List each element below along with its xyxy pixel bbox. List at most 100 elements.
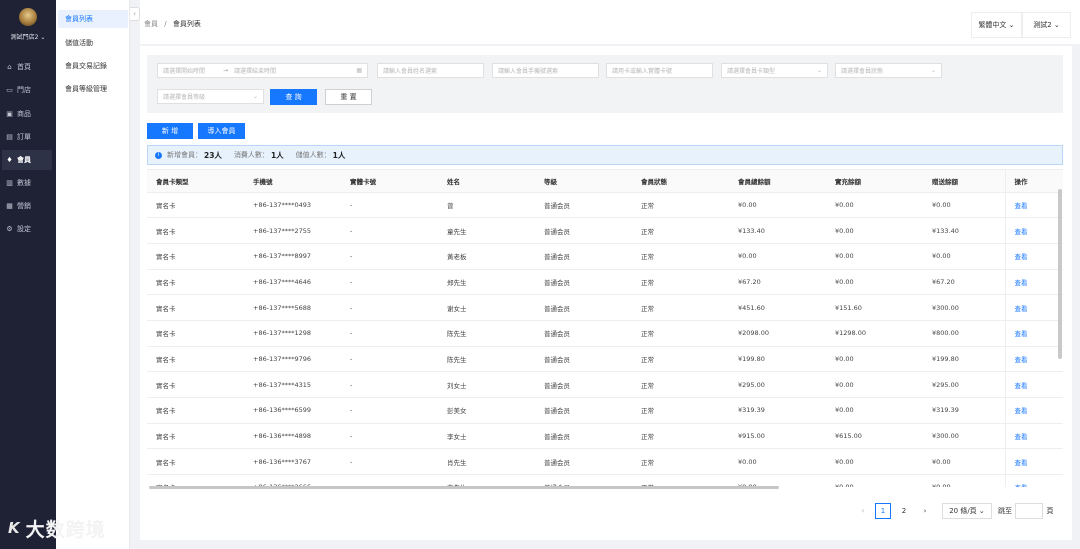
column-header[interactable]: 會員狀態 xyxy=(632,170,729,193)
language-select[interactable]: 繁體中文 ⌄ xyxy=(971,12,1022,38)
column-header[interactable]: 會員卡類型 xyxy=(147,170,244,193)
view-link[interactable]: 查看 xyxy=(1004,423,1063,450)
member-summary-bar: i 新增會員： 23人 消費人數： 1人 儲值人數： 1人 xyxy=(147,145,1063,165)
table-row: 實名卡 +86-137****5688- 谢女士 普通会员 正常 ¥451.60 ¥151.… xyxy=(147,294,1063,321)
table-cell: - xyxy=(341,294,438,321)
member-name-input[interactable]: 請輸入會員姓名選索 xyxy=(377,63,484,78)
column-header[interactable]: 實充餘額 xyxy=(826,170,923,193)
column-header[interactable]: 等級 xyxy=(535,170,632,193)
submenu-item-stored-value[interactable]: 儲值活動 xyxy=(58,34,128,52)
next-page-button[interactable]: › xyxy=(918,503,932,519)
column-header[interactable]: 實體卡號 xyxy=(341,170,438,193)
view-link[interactable]: 查看 xyxy=(1004,371,1063,398)
table-cell: ¥0.00 xyxy=(826,217,923,244)
store-switcher[interactable]: 測試門店2 ⌄ xyxy=(0,8,56,41)
consume-count: 1人 xyxy=(270,150,284,160)
table-cell: +86-137****9796 xyxy=(244,346,341,373)
table-cell: ¥0.00 xyxy=(923,192,1005,219)
table-cell: +86-137****4315 xyxy=(244,371,341,398)
data-icon: ▥ xyxy=(6,179,13,187)
table-cell: ¥199.80 xyxy=(729,346,826,373)
table-cell: 正常 xyxy=(632,217,729,244)
table-cell: 童先生 xyxy=(438,217,535,244)
table-cell: 正常 xyxy=(632,346,729,373)
sidebar-item-settings[interactable]: ⚙ 設定 xyxy=(2,219,52,239)
sidebar-item-product[interactable]: ▣ 商品 xyxy=(2,104,52,124)
view-link[interactable]: 查看 xyxy=(1004,474,1063,487)
view-link[interactable]: 查看 xyxy=(1004,320,1063,347)
end-date-input[interactable]: 請選擇結束時間 xyxy=(234,66,276,75)
submenu-item-levels[interactable]: 會員等級管理 xyxy=(58,80,128,98)
column-header[interactable]: 會員總餘額 xyxy=(729,170,826,193)
date-range-picker[interactable]: 請選擇開始時間 → 請選擇結束時間 ▦ xyxy=(157,63,368,78)
watermark-logo: K xyxy=(8,519,21,537)
view-link[interactable]: 查看 xyxy=(1004,397,1063,424)
table-cell: ¥300.00 xyxy=(923,423,1005,450)
submenu-item-member-list[interactable]: 會員列表 xyxy=(58,10,128,28)
member-status-select[interactable]: 請選擇會員狀態 ⌄ xyxy=(835,63,942,78)
breadcrumb-root[interactable]: 會員 xyxy=(144,20,158,28)
table-cell: ¥0.00 xyxy=(729,192,826,219)
search-button[interactable]: 查 詢 xyxy=(270,89,317,105)
column-header[interactable]: 手機號 xyxy=(244,170,341,193)
view-link[interactable]: 查看 xyxy=(1004,217,1063,244)
user-menu[interactable]: 測試2 ⌄ xyxy=(1022,12,1071,38)
table-row: 實名卡 +86-136****3767- 肖先生 普通会员 正常 ¥0.00 ¥0.00 ¥0… xyxy=(147,448,1063,476)
table-cell: ¥0.00 xyxy=(826,397,923,424)
start-date-input[interactable]: 請選擇開始時間 xyxy=(163,66,205,75)
breadcrumb-current: 會員列表 xyxy=(172,20,201,28)
prev-page-button[interactable]: ‹ xyxy=(856,503,870,519)
table-cell: 普通会员 xyxy=(535,448,632,476)
submenu-item-transactions[interactable]: 會員交易記錄 xyxy=(58,57,128,75)
sidebar-item-order[interactable]: ▤ 訂單 xyxy=(2,127,52,147)
view-link[interactable]: 查看 xyxy=(1004,192,1063,219)
table-cell: ¥67.20 xyxy=(923,269,1005,296)
chevron-down-icon: ⌄ xyxy=(1008,21,1015,29)
column-header[interactable]: 姓名 xyxy=(438,170,535,193)
sidebar-item-member[interactable]: ♦ 會員 xyxy=(2,150,52,170)
view-link[interactable]: 查看 xyxy=(1004,448,1063,476)
card-type-select[interactable]: 請選擇會員卡類型 ⌄ xyxy=(721,63,828,78)
table-row: 實名卡 +86-137****1298- 陈先生 普通会员 正常 ¥2098.00 ¥129… xyxy=(147,320,1063,347)
table-cell: 實名卡 xyxy=(147,448,244,476)
view-link[interactable]: 查看 xyxy=(1004,294,1063,321)
collapse-submenu-button[interactable]: ‹ xyxy=(130,7,140,21)
breadcrumb-separator: / xyxy=(164,20,167,28)
member-level-select[interactable]: 請選擇會員等級 ⌄ xyxy=(157,89,264,104)
column-header[interactable]: 贈送餘額 xyxy=(923,170,1005,193)
view-link[interactable]: 查看 xyxy=(1004,269,1063,296)
table-cell: - xyxy=(341,423,438,450)
table-header-row: 會員卡類型 手機號 實體卡號 姓名 等級 會員狀態 會員總餘額 實充餘額 贈送餘… xyxy=(147,170,1063,193)
main-sidebar: 測試門店2 ⌄ ⌂ 首頁 ▭ 門店 ▣ 商品 ▤ 訂單 ♦ 會員 ▥ 數據 ▦ 營銷 ⚙ 設定 xyxy=(0,0,56,549)
table-cell: ¥300.00 xyxy=(923,294,1005,321)
table-cell: ¥800.00 xyxy=(923,320,1005,347)
import-member-button[interactable]: 導入會員 xyxy=(198,123,245,139)
goto-page-input[interactable] xyxy=(1015,503,1043,519)
sidebar-item-store[interactable]: ▭ 門店 xyxy=(2,80,52,100)
member-phone-input[interactable]: 請輸入會員手機號選索 xyxy=(492,63,599,78)
horizontal-scrollbar[interactable] xyxy=(149,486,779,489)
store-name[interactable]: 測試門店2 ⌄ xyxy=(0,32,56,41)
reset-button[interactable]: 重 置 xyxy=(325,89,372,105)
view-link[interactable]: 查看 xyxy=(1004,346,1063,373)
table-cell: 普通会员 xyxy=(535,243,632,270)
table-cell: 普通会员 xyxy=(535,217,632,244)
sidebar-item-marketing[interactable]: ▦ 營銷 xyxy=(2,196,52,216)
sidebar-item-home[interactable]: ⌂ 首頁 xyxy=(2,57,52,77)
add-member-button[interactable]: 新 增 xyxy=(147,123,193,139)
view-link[interactable]: 查看 xyxy=(1004,243,1063,270)
table-cell: 普通会员 xyxy=(535,320,632,347)
vertical-scrollbar[interactable] xyxy=(1058,189,1062,359)
page-2-button[interactable]: 2 xyxy=(896,503,912,519)
chevron-left-icon: ‹ xyxy=(133,10,136,18)
table-cell: 普通会员 xyxy=(535,294,632,321)
page-1-button[interactable]: 1 xyxy=(875,503,891,519)
table-cell: 正常 xyxy=(632,243,729,270)
sidebar-item-data[interactable]: ▥ 數據 xyxy=(2,173,52,193)
page-size-select[interactable]: 20 條/頁 ⌄ xyxy=(942,503,992,519)
table-cell: 正常 xyxy=(632,269,729,296)
table-cell: +86-136****3767 xyxy=(244,448,341,476)
card-number-input[interactable]: 請用卡或輸入實體卡號 xyxy=(606,63,713,78)
table-cell: ¥319.39 xyxy=(729,397,826,424)
range-arrow-icon: → xyxy=(223,67,229,74)
